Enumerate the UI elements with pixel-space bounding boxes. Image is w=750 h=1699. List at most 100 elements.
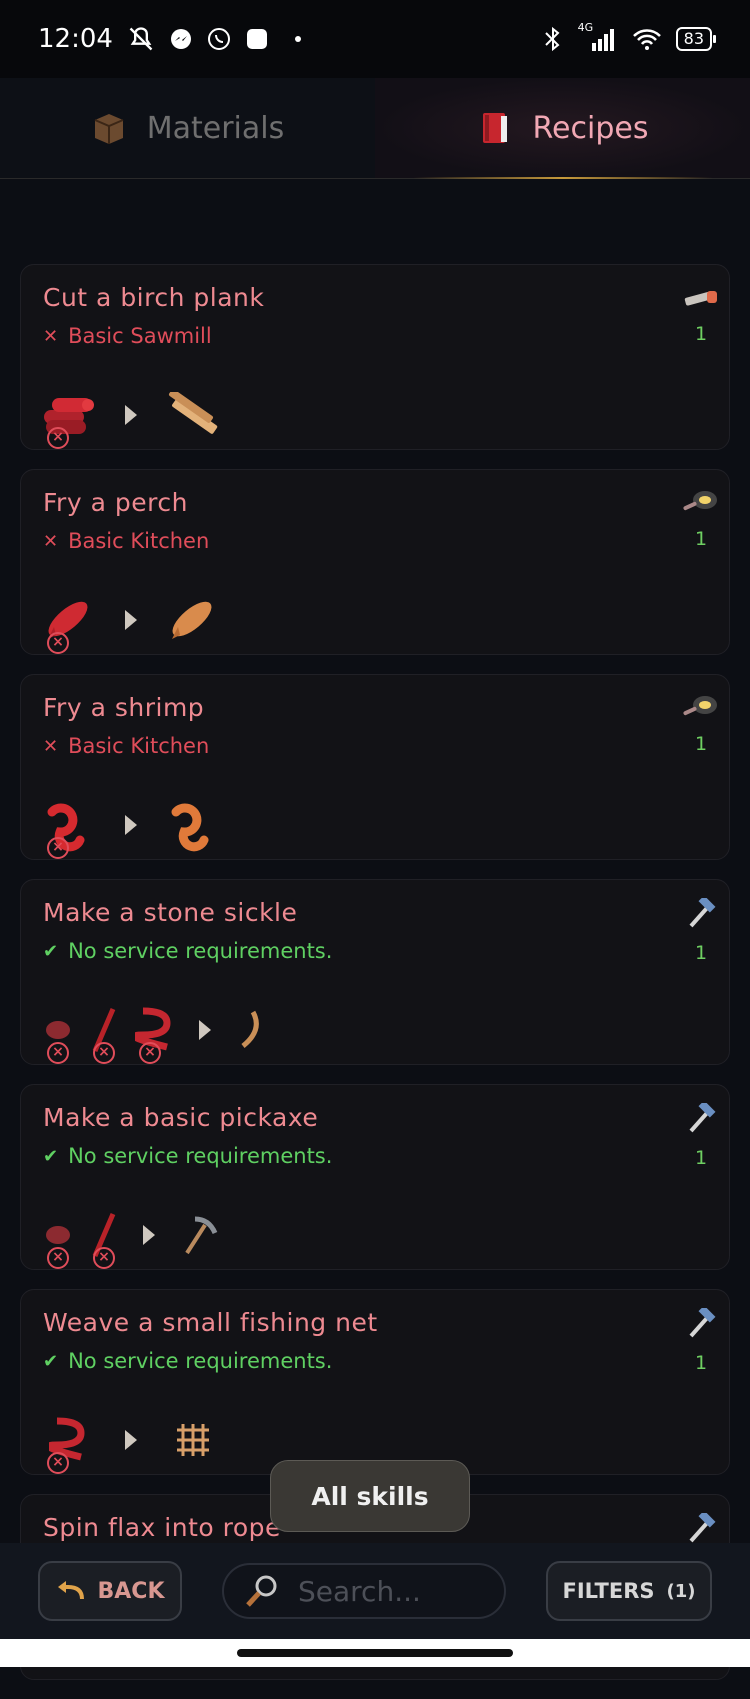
- missing-icon: ×: [47, 837, 69, 859]
- book-icon: [477, 110, 513, 146]
- mute-icon: [127, 25, 155, 53]
- back-button[interactable]: BACK: [38, 1561, 182, 1621]
- arrow-right-icon: [125, 815, 137, 835]
- filters-count: (1): [666, 1580, 696, 1602]
- skill-indicator: 1: [681, 693, 721, 755]
- skill-indicator: 1: [681, 1305, 721, 1374]
- recipe-requirement: ✕ Basic Kitchen: [43, 734, 707, 758]
- recipe-requirement: ✔ No service requirements.: [43, 939, 707, 963]
- recipe-title: Make a basic pickaxe: [43, 1103, 319, 1132]
- hammer-icon: [689, 895, 716, 928]
- recipe-items: ×: [41, 1412, 221, 1474]
- cross-icon: ✕: [43, 735, 59, 757]
- recipe-title: Fry a perch: [43, 488, 188, 517]
- requirement-label: Basic Kitchen: [68, 734, 210, 758]
- missing-icon: ×: [93, 1042, 115, 1064]
- dot-icon: [294, 36, 301, 42]
- status-bar: 12:04 4G 83: [0, 0, 750, 78]
- hammer-icon: [689, 1100, 716, 1133]
- recipe-requirement: ✕ Basic Kitchen: [43, 529, 707, 553]
- app-icon: [245, 27, 269, 51]
- bluetooth-icon: [542, 26, 564, 52]
- skill-filter-chip[interactable]: All skills: [270, 1460, 470, 1532]
- home-indicator[interactable]: [237, 1649, 513, 1657]
- recipe-items: ×: [41, 387, 221, 449]
- sickle-icon: [233, 1002, 267, 1058]
- search-icon: [246, 1575, 277, 1607]
- recipe-title: Fry a shrimp: [43, 693, 205, 722]
- back-label: BACK: [97, 1578, 165, 1604]
- raw-perch-icon: ×: [41, 592, 97, 654]
- arrow-right-icon: [125, 1430, 137, 1450]
- stone-icon: ×: [41, 1002, 75, 1064]
- hammer-icon: [689, 1305, 716, 1338]
- undo-arrow-icon: [57, 1581, 84, 1600]
- filters-label: FILTERS: [562, 1579, 655, 1603]
- missing-icon: ×: [47, 1247, 69, 1269]
- recipe-card[interactable]: Fry a perch ✕ Basic Kitchen 1 ×: [20, 469, 730, 655]
- battery-icon: 83: [675, 27, 717, 51]
- recipe-card[interactable]: Cut a birch plank ✕ Basic Sawmill 1 ×: [20, 264, 730, 450]
- recipe-card[interactable]: Make a basic pickaxe ✔ No service requir…: [20, 1084, 730, 1270]
- recipe-title: Weave a small fishing net: [43, 1308, 378, 1337]
- cross-icon: ✕: [43, 325, 59, 347]
- signal-icon: 4G: [578, 21, 618, 51]
- tab-recipes[interactable]: Recipes: [375, 78, 750, 179]
- missing-icon: ×: [47, 1452, 69, 1474]
- recipe-items: × ×: [41, 1207, 221, 1269]
- recipe-card[interactable]: Weave a small fishing net ✔ No service r…: [20, 1289, 730, 1475]
- search-input[interactable]: [296, 1573, 480, 1609]
- recipe-title: Cut a birch plank: [43, 283, 265, 312]
- checkmark-icon: ✔: [43, 1350, 59, 1372]
- requirement-label: Basic Kitchen: [68, 529, 210, 553]
- missing-icon: ×: [47, 1042, 69, 1064]
- fried-perch-icon: [165, 592, 221, 648]
- messenger-icon: [169, 27, 193, 51]
- tab-recipes-label: Recipes: [532, 110, 649, 146]
- rope-icon: ×: [133, 1002, 177, 1064]
- saw-icon: [684, 291, 717, 306]
- requirement-label: No service requirements.: [68, 1144, 333, 1168]
- arrow-right-icon: [125, 405, 137, 425]
- raw-shrimp-icon: ×: [41, 797, 97, 859]
- recipe-items: ×: [41, 592, 221, 654]
- requirement-label: Basic Sawmill: [68, 324, 212, 348]
- skill-level: 1: [694, 323, 708, 345]
- checkmark-icon: ✔: [43, 940, 59, 962]
- skill-level: 1: [694, 528, 708, 550]
- pickaxe-icon: [177, 1207, 221, 1263]
- whatsapp-icon: [207, 27, 231, 51]
- system-nav-bar: [0, 1639, 750, 1667]
- tab-materials-label: Materials: [146, 110, 285, 146]
- pan-icon: [683, 696, 717, 716]
- tab-materials[interactable]: Materials: [0, 78, 375, 178]
- requirement-label: No service requirements.: [68, 939, 333, 963]
- fried-shrimp-icon: [165, 797, 221, 853]
- arrow-right-icon: [143, 1225, 155, 1245]
- filters-button[interactable]: FILTERS (1): [546, 1561, 712, 1621]
- recipe-card[interactable]: Fry a shrimp ✕ Basic Kitchen 1 ×: [20, 674, 730, 860]
- arrow-right-icon: [125, 610, 137, 630]
- cross-icon: ✕: [43, 530, 59, 552]
- search-bar[interactable]: [222, 1563, 506, 1619]
- recipe-items: ×: [41, 797, 221, 859]
- recipe-requirement: ✕ Basic Sawmill: [43, 324, 707, 348]
- missing-icon: ×: [47, 632, 69, 654]
- hammer-icon: [689, 1510, 716, 1543]
- skill-indicator: 1: [681, 283, 721, 345]
- skill-indicator: 1: [681, 895, 721, 964]
- arrow-right-icon: [199, 1020, 211, 1040]
- missing-icon: ×: [93, 1247, 115, 1269]
- birch-log-icon: ×: [41, 387, 97, 449]
- pan-icon: [683, 491, 717, 511]
- plank-icon: [165, 387, 221, 443]
- skill-level: 1: [694, 1147, 708, 1169]
- skill-level: 1: [694, 942, 708, 964]
- stick-icon: ×: [87, 1002, 121, 1064]
- skill-level: 1: [694, 1352, 708, 1374]
- crate-icon: [91, 110, 127, 146]
- recipe-requirement: ✔ No service requirements.: [43, 1349, 707, 1373]
- recipe-card[interactable]: Make a stone sickle ✔ No service require…: [20, 879, 730, 1065]
- wifi-icon: [632, 27, 662, 51]
- recipe-items: × × ×: [41, 1002, 267, 1064]
